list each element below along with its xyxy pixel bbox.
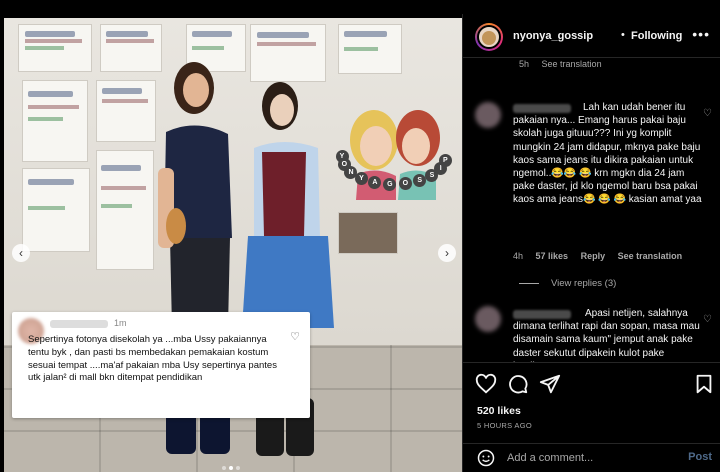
heart-icon: ♡ [290,331,300,343]
post-comment-button[interactable]: Post [688,451,712,463]
gossip-sticker: YONYAGOSSIP [335,96,452,200]
post-timestamp: 5 HOURS AGO [477,421,532,430]
wall-poster [250,24,326,82]
wall-poster [338,24,402,74]
comment-icon[interactable] [507,373,529,395]
see-translation-link[interactable]: See translation [618,251,683,261]
next-image-button[interactable]: › [438,244,456,262]
wall-poster [96,80,156,142]
wall-poster [96,150,154,270]
blurred-username [50,320,108,328]
wall-poster [338,212,398,254]
wall-poster [22,168,90,252]
previous-image-button[interactable]: ‹ [12,244,30,262]
carousel-indicator [222,466,240,470]
comment-text: Apasi netijen, salahnya dimana terlihat … [513,308,700,362]
carousel-dot [222,466,226,470]
post-photo: YONYAGOSSIP ‹ › 1m ♡ Sepertinya fotonya … [4,18,462,472]
heart-icon[interactable] [475,373,497,395]
send-icon[interactable] [539,373,561,395]
bookmark-icon[interactable] [693,373,715,395]
like-comment-icon[interactable]: ♡ [703,108,712,119]
comment-likes[interactable]: 57 likes [536,251,569,261]
commenter-avatar[interactable] [475,306,501,332]
comment-time: 5h [519,59,530,69]
like-comment-icon[interactable]: ♡ [703,314,712,325]
see-translation-link[interactable]: See translation [542,59,602,69]
add-comment-bar: Post [463,443,720,471]
comments-list: 5h See translation ♡ Lah kan udah bener … [463,58,720,362]
comment-time: 4h [513,251,524,261]
wall-poster [18,24,92,72]
comment-time: 1m [114,318,127,328]
sticker-letter: Y [354,171,368,185]
likes-count[interactable]: 520 likes [477,405,521,417]
separator-dot: • [621,29,625,41]
carousel-dot-active [229,466,233,470]
post-modal: YONYAGOSSIP ‹ › 1m ♡ Sepertinya fotonya … [0,14,720,472]
comment-text: Sepertinya fotonya disekolah ya ...mba U… [28,334,277,384]
following-button[interactable]: Following [631,30,682,42]
carousel-dot [236,466,240,470]
top-bar [0,0,720,14]
profile-username[interactable]: nyonya_gossip [513,30,593,42]
reply-button[interactable]: Reply [581,251,606,261]
profile-avatar[interactable] [475,23,503,51]
comment-text: Lah kan udah bener itu pakaian nya... Em… [513,102,702,206]
more-options-icon[interactable]: ••• [692,26,710,42]
sticker-letter: P [438,153,452,167]
post-sidebar: nyonya_gossip • Following ••• 5h See tra… [462,14,720,472]
view-replies-button[interactable]: View replies (3) [519,278,616,289]
comment-meta: 5h See translation [519,59,602,69]
commenter-avatar[interactable] [475,102,501,128]
post-actions: 520 likes 5 HOURS AGO Post [463,362,720,470]
wall-poster [22,80,88,162]
comment-meta: 4h 57 likes Reply See translation [513,251,682,261]
screenshot-comment-card: 1m ♡ Sepertinya fotonya disekolah ya ...… [12,312,310,418]
comment-input[interactable] [507,450,677,466]
emoji-icon[interactable] [477,449,495,467]
post-header: nyonya_gossip • Following ••• [463,14,720,58]
